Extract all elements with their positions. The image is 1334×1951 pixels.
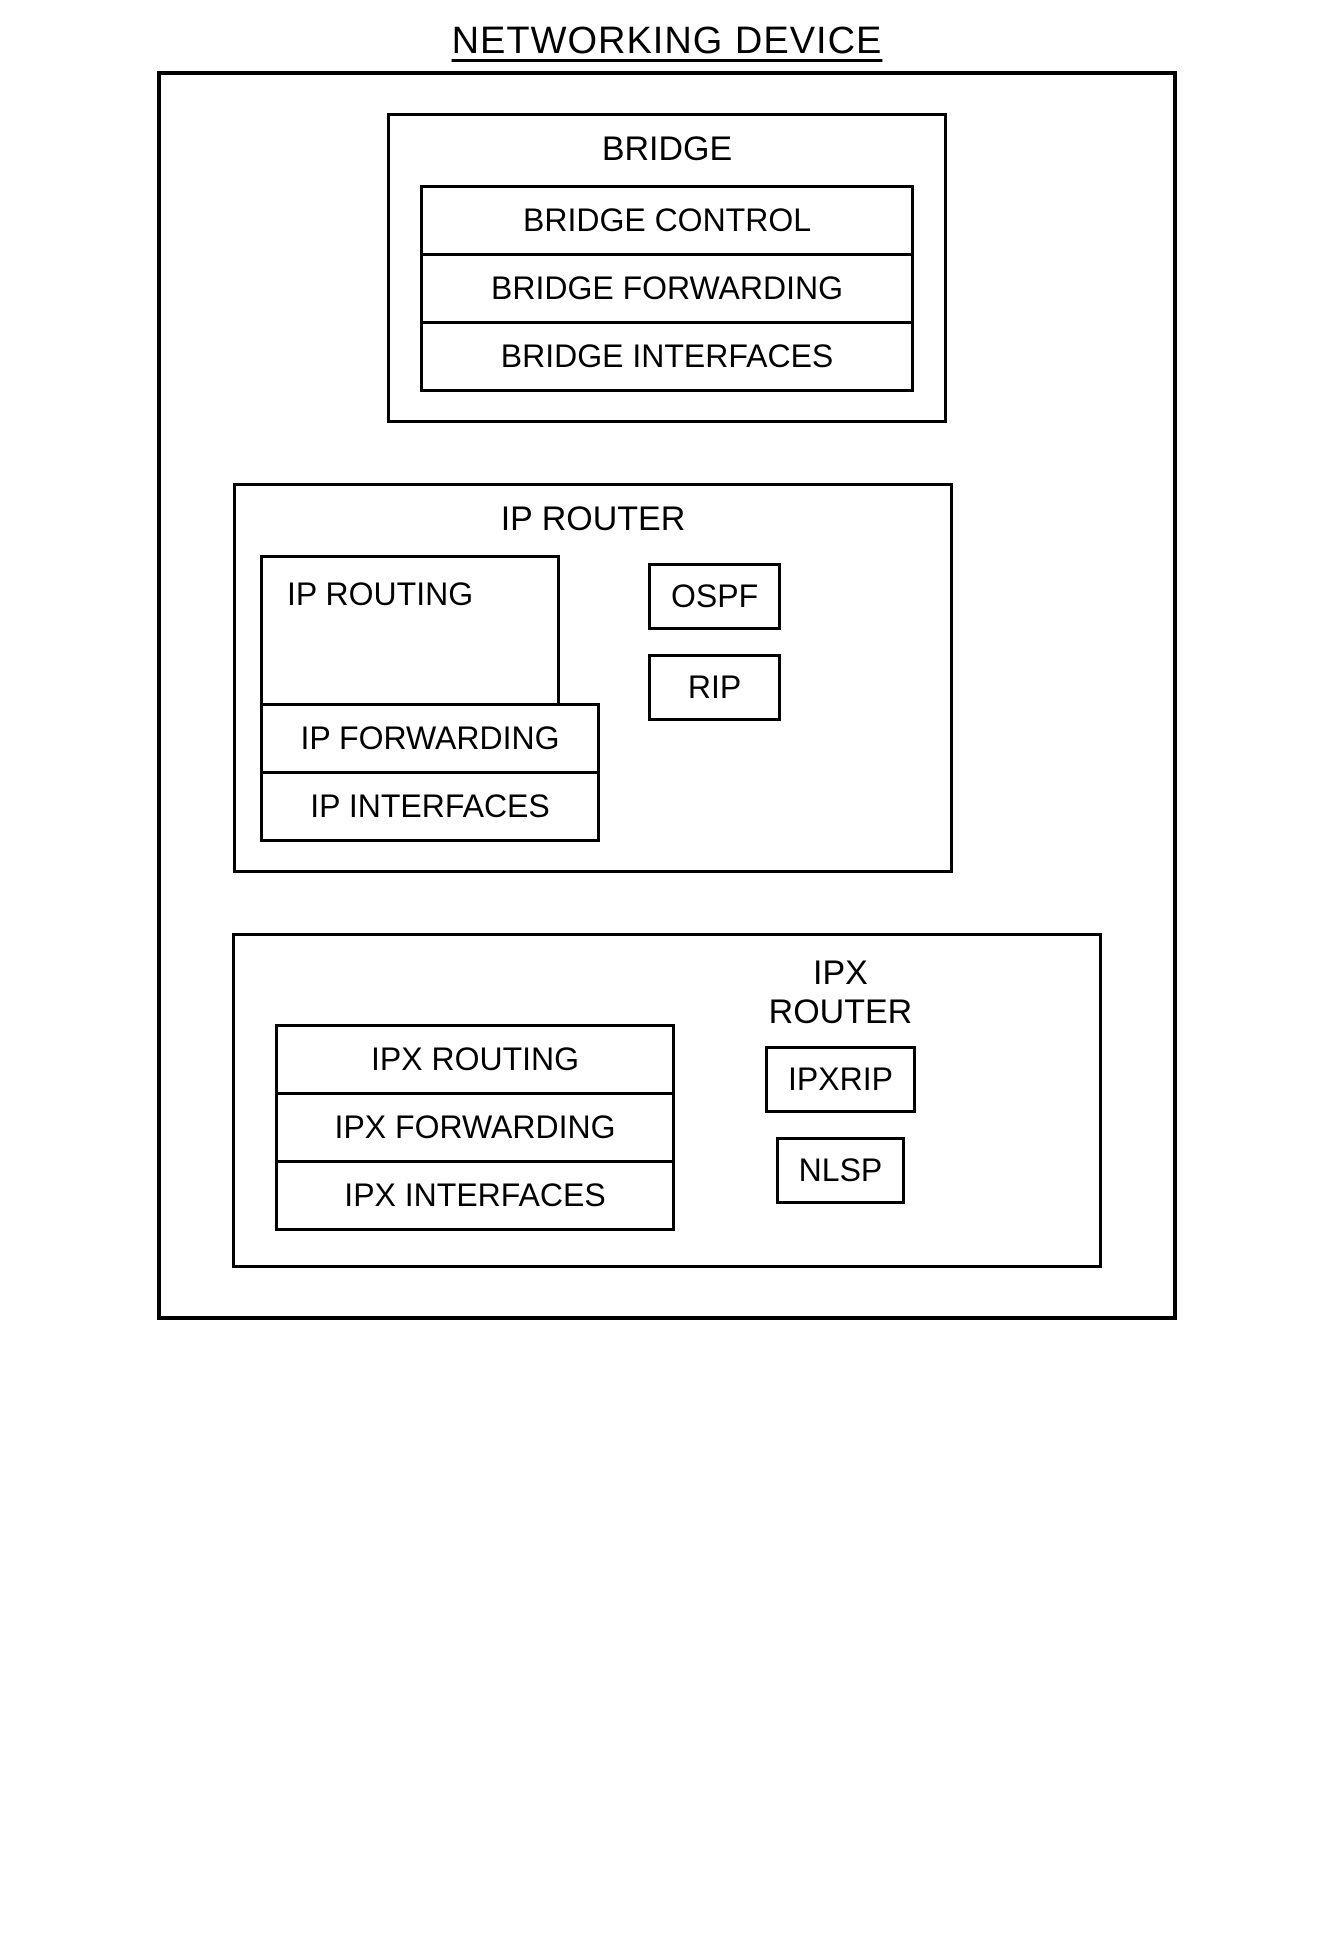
ipx-routing-cell: IPX ROUTING (275, 1024, 675, 1095)
ipx-right-column: IPX ROUTER IPXRIP NLSP (765, 954, 916, 1231)
bridge-module: BRIDGE BRIDGE CONTROL BRIDGE FORWARDING … (387, 113, 947, 423)
ip-interfaces-cell: IP INTERFACES (260, 771, 600, 842)
ip-right-column: OSPF RIP (648, 563, 781, 721)
bridge-interfaces-cell: BRIDGE INTERFACES (420, 321, 914, 392)
ipx-router-body: IPX ROUTING IPX FORWARDING IPX INTERFACE… (275, 954, 1065, 1231)
ipx-forwarding-cell: IPX FORWARDING (275, 1092, 675, 1163)
ip-stack: IP FORWARDING IP INTERFACES (260, 703, 600, 842)
bridge-forwarding-cell: BRIDGE FORWARDING (420, 253, 914, 324)
rip-cell: RIP (648, 654, 781, 721)
nlsp-cell: NLSP (776, 1137, 906, 1204)
ipx-interfaces-cell: IPX INTERFACES (275, 1160, 675, 1231)
ipx-left-column: IPX ROUTING IPX FORWARDING IPX INTERFACE… (275, 1024, 675, 1231)
ipx-protocol-stack: IPXRIP NLSP (765, 1046, 916, 1204)
ipx-title-line1: IPX (813, 954, 868, 992)
ipx-title-line2: ROUTER (769, 993, 913, 1031)
ip-router-title: IP ROUTER (266, 500, 920, 539)
ip-left-column: IP ROUTING IP FORWARDING IP INTERFACES (266, 555, 600, 842)
ipx-router-module: IPX ROUTING IPX FORWARDING IPX INTERFACE… (232, 933, 1102, 1268)
ip-routing-cell: IP ROUTING (260, 555, 560, 706)
ipxrip-cell: IPXRIP (765, 1046, 916, 1113)
bridge-title: BRIDGE (420, 130, 914, 169)
ip-router-module: IP ROUTER IP ROUTING IP FORWARDING IP IN… (233, 483, 953, 873)
bridge-stack: BRIDGE CONTROL BRIDGE FORWARDING BRIDGE … (420, 185, 914, 392)
ip-router-body: IP ROUTING IP FORWARDING IP INTERFACES O… (266, 555, 920, 842)
ip-forwarding-cell: IP FORWARDING (260, 703, 600, 774)
page-title: NETWORKING DEVICE (452, 20, 883, 63)
ipx-router-title: IPX ROUTER (769, 954, 913, 1032)
bridge-control-cell: BRIDGE CONTROL (420, 185, 914, 256)
networking-device-box: BRIDGE BRIDGE CONTROL BRIDGE FORWARDING … (157, 71, 1177, 1320)
ospf-cell: OSPF (648, 563, 781, 630)
